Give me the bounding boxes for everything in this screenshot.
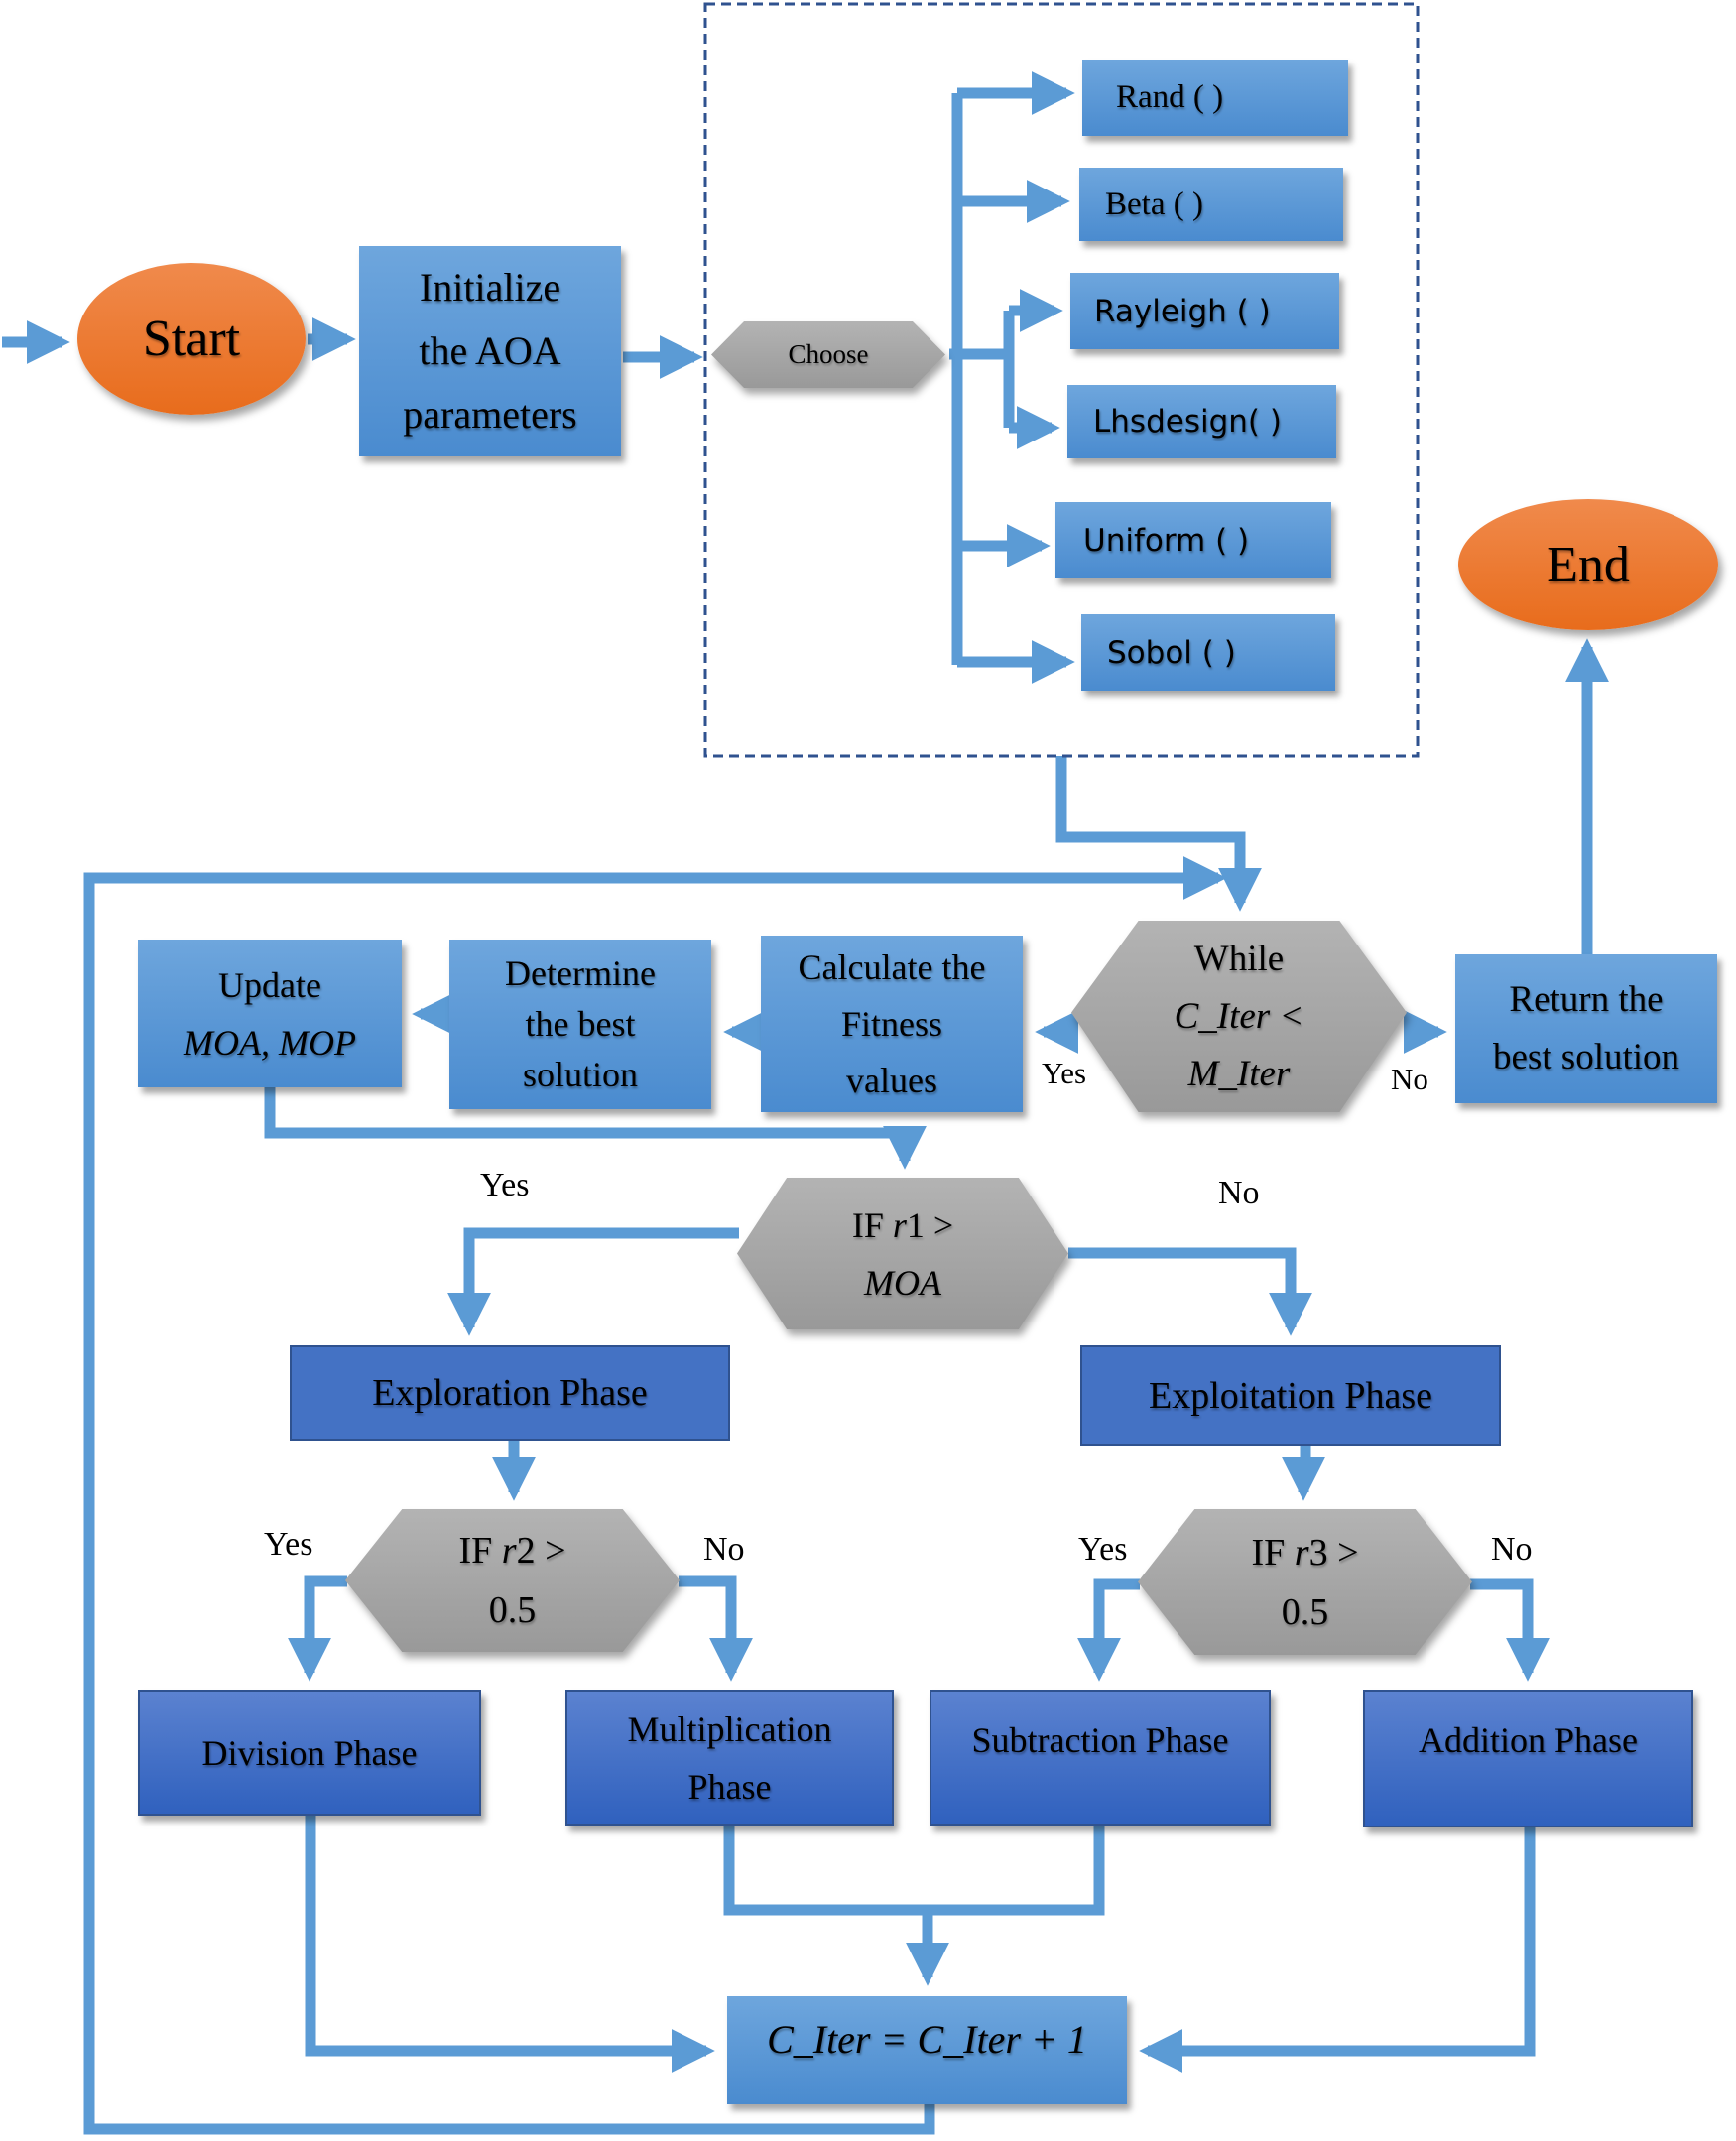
distribution-uniform-label: Uniform ( ): [1083, 522, 1250, 559]
update-moa-mop-box[interactable]: Update MOA, MOP: [138, 940, 402, 1087]
update-line-2: MOA, MOP: [184, 1022, 356, 1063]
distribution-sobol[interactable]: Sobol ( ): [1081, 614, 1335, 691]
choose-trunk: [949, 93, 963, 665]
aoa-flowchart: Start Initialize the AOA parameters Choo…: [0, 0, 1736, 2141]
arrow-exploitation-to-if-r3: [1282, 1446, 1325, 1501]
exploration-label: Exploration Phase: [372, 1372, 648, 1414]
exploitation-label: Exploitation Phase: [1148, 1374, 1433, 1417]
increment-iteration-box[interactable]: C_Iter = C_Iter + 1: [727, 1996, 1127, 2104]
distribution-uniform[interactable]: Uniform ( ): [1055, 502, 1331, 578]
arrow-addition-to-increment: [1139, 1827, 1536, 2073]
determine-line-2: the best: [525, 1004, 636, 1044]
start-terminal[interactable]: Start: [77, 263, 306, 415]
end-label: End: [1547, 536, 1630, 593]
if-r3-line-2: 0.5: [1281, 1590, 1329, 1633]
update-line-1: Update: [218, 964, 321, 1005]
multiplication-line-2: Phase: [687, 1766, 772, 1807]
arrow-r3-to-subtraction: [1077, 1578, 1140, 1682]
if-r1-yes-label: Yes: [480, 1167, 530, 1203]
while-line-1: While: [1193, 938, 1285, 979]
while-yes-label: Yes: [1042, 1056, 1087, 1090]
distribution-lhsdesign-label: Lhsdesign( ): [1093, 404, 1282, 440]
if-r1-suffix: 1 >: [906, 1204, 954, 1245]
return-best-solution-box[interactable]: Return the best solution: [1455, 954, 1717, 1103]
while-no-label: No: [1391, 1062, 1428, 1096]
if-r3-suffix: 3 >: [1308, 1531, 1359, 1574]
if-r1-line-1: IF r1 >: [852, 1196, 953, 1254]
if-r2-decision[interactable]: IF r2 > 0.5: [345, 1509, 680, 1652]
if-r2-line-1: IF r2 >: [458, 1521, 565, 1580]
arrow-r2-to-division: [288, 1575, 347, 1682]
initialize-line-1: Initialize: [419, 265, 561, 310]
determine-best-solution-box[interactable]: Determine the best solution: [449, 940, 711, 1109]
division-phase-box[interactable]: Division Phase: [138, 1690, 481, 1816]
if-r1-var: r: [892, 1204, 907, 1245]
multiplication-phase-box[interactable]: Multiplication Phase: [565, 1690, 894, 1826]
if-r3-decision[interactable]: IF r3 > 0.5: [1138, 1509, 1472, 1655]
distribution-sobol-label: Sobol ( ): [1107, 634, 1236, 671]
calculate-line-1: Calculate the: [798, 946, 986, 987]
choose-label: Choose: [788, 339, 869, 369]
if-r1-no-label: No: [1218, 1175, 1260, 1211]
calculate-fitness-box[interactable]: Calculate the Fitness values: [761, 936, 1023, 1112]
distribution-lhsdesign[interactable]: Lhsdesign( ): [1067, 385, 1336, 458]
arrow-r1-to-exploration: [447, 1227, 739, 1336]
exploration-phase-box[interactable]: Exploration Phase: [290, 1345, 730, 1441]
while-line-2: C_Iter <: [1174, 995, 1304, 1037]
if-r1-line-2: MOA: [864, 1262, 941, 1303]
determine-line-3: solution: [522, 1055, 638, 1094]
end-terminal[interactable]: End: [1458, 499, 1718, 630]
initialize-line-2: the AOA: [419, 328, 561, 373]
return-line-1: Return the: [1509, 979, 1664, 1020]
increment-label: C_Iter = C_Iter + 1: [767, 2017, 1087, 2062]
subtraction-label: Subtraction Phase: [971, 1720, 1229, 1760]
distribution-rayleigh-label: Rayleigh ( ): [1094, 293, 1271, 329]
distribution-rand-label: Rand ( ): [1116, 79, 1224, 115]
arrow-r1-to-exploitation: [1068, 1247, 1312, 1336]
choose-decision[interactable]: Choose: [711, 321, 945, 388]
while-decision[interactable]: While C_Iter < M_Iter: [1071, 921, 1407, 1112]
determine-line-1: Determine: [505, 953, 656, 993]
addition-phase-box[interactable]: Addition Phase: [1363, 1690, 1693, 1827]
calculate-line-2: Fitness: [840, 1003, 943, 1044]
initialize-parameters-box[interactable]: Initialize the AOA parameters: [359, 246, 621, 456]
if-r2-line-2: 0.5: [488, 1589, 537, 1631]
if-r2-prefix: IF: [458, 1530, 502, 1572]
if-r2-var: r: [501, 1530, 517, 1572]
if-r3-var: r: [1294, 1531, 1309, 1574]
arrow-division-to-increment: [305, 1816, 715, 2073]
arrow-r2-to-multiplication: [679, 1575, 753, 1682]
return-line-2: best solution: [1492, 1037, 1680, 1077]
distribution-rayleigh[interactable]: Rayleigh ( ): [1070, 273, 1339, 349]
division-label: Division Phase: [201, 1732, 418, 1773]
subtraction-phase-box[interactable]: Subtraction Phase: [930, 1690, 1271, 1826]
distribution-beta-label: Beta ( ): [1105, 186, 1203, 222]
if-r1-prefix: IF: [851, 1204, 893, 1245]
if-r1-decision[interactable]: IF r1 > MOA: [737, 1178, 1068, 1329]
exploitation-phase-box[interactable]: Exploitation Phase: [1080, 1345, 1501, 1446]
if-r2-no-label: No: [703, 1531, 745, 1568]
arrow-r3-to-addition: [1470, 1578, 1550, 1682]
if-r3-prefix: IF: [1251, 1531, 1295, 1574]
multiplication-line-1: Multiplication: [627, 1708, 832, 1749]
while-line-3: M_Iter: [1187, 1053, 1291, 1094]
addition-label: Addition Phase: [1419, 1720, 1638, 1760]
start-label: Start: [142, 310, 241, 367]
distribution-rand[interactable]: Rand ( ): [1082, 60, 1348, 136]
initialize-line-3: parameters: [403, 392, 577, 437]
if-r3-yes-label: Yes: [1078, 1531, 1128, 1568]
if-r2-suffix: 2 >: [516, 1530, 566, 1572]
calculate-line-3: values: [846, 1060, 937, 1100]
if-r3-line-1: IF r3 >: [1251, 1523, 1358, 1582]
merge-mult-sub: [723, 1826, 1105, 1916]
if-r3-no-label: No: [1491, 1531, 1533, 1568]
if-r2-yes-label: Yes: [264, 1526, 313, 1563]
distribution-beta[interactable]: Beta ( ): [1079, 168, 1343, 241]
